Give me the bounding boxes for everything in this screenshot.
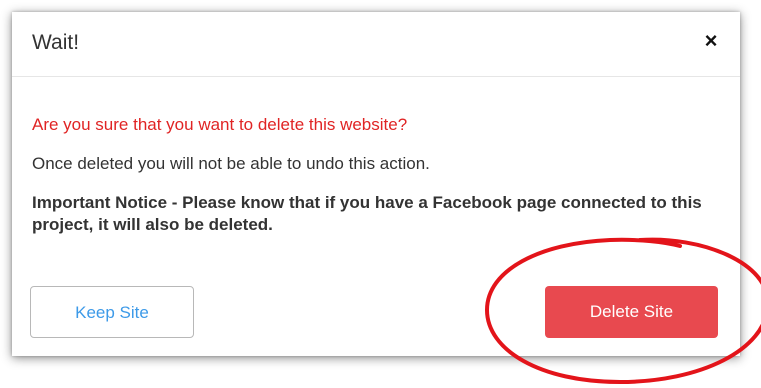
dialog-title: Wait!	[32, 31, 80, 54]
close-icon[interactable]: ×	[700, 30, 722, 52]
keep-site-button[interactable]: Keep Site	[30, 286, 194, 338]
dialog-header: Wait! ×	[12, 12, 740, 77]
delete-site-dialog: Wait! × Are you sure that you want to de…	[12, 12, 740, 356]
facebook-notice-text: Important Notice - Please know that if y…	[32, 193, 702, 234]
delete-warning-text: Are you sure that you want to delete thi…	[32, 115, 408, 134]
undo-warning-text: Once deleted you will not be able to und…	[32, 154, 430, 173]
screenshot-stage: Wait! × Are you sure that you want to de…	[0, 0, 761, 388]
delete-site-button[interactable]: Delete Site	[545, 286, 718, 338]
